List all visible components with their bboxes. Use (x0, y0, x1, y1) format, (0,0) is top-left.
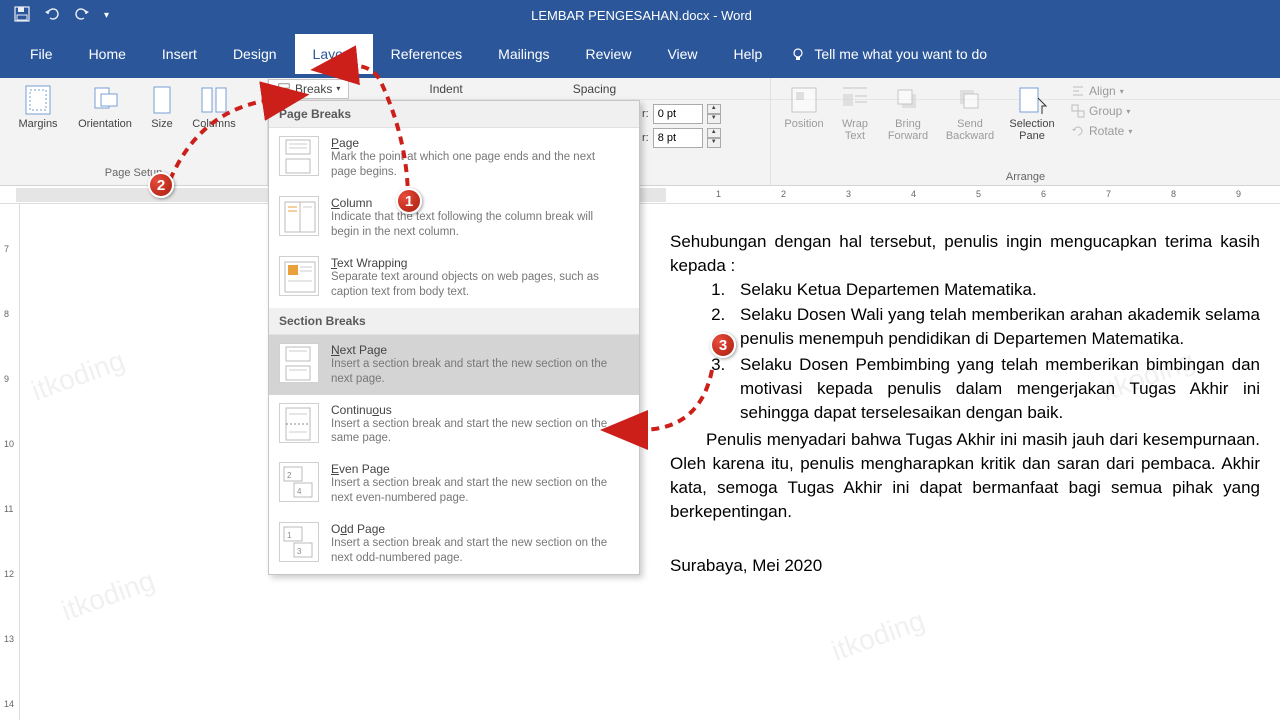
tab-file[interactable]: File (12, 34, 71, 74)
undo-icon[interactable] (44, 6, 60, 25)
indent-header: Indent (429, 82, 462, 96)
annotation-badge-2: 2 (148, 172, 174, 198)
orientation-icon (89, 84, 121, 116)
ribbon-tabs: File Home Insert Design Layout Reference… (0, 30, 1280, 78)
spacing-after: r: ▲▼ (642, 128, 721, 148)
break-odd-page[interactable]: 13 Odd PageInsert a section break and st… (269, 514, 639, 574)
break-continuous[interactable]: ContinuousInsert a section break and sta… (269, 395, 639, 455)
size-icon (146, 84, 178, 116)
spacing-after-input[interactable] (653, 128, 703, 148)
page[interactable]: Sehubungan dengan hal tersebut, penulis … (20, 204, 1280, 720)
group-page-setup: Margins Orientation Size Columns Page Se… (0, 78, 268, 185)
annotation-badge-1: 1 (396, 188, 422, 214)
break-even-page-icon: 24 (279, 462, 319, 502)
break-odd-page-icon: 13 (279, 522, 319, 562)
bring-forward-icon (892, 84, 924, 116)
break-next-page-icon (279, 343, 319, 383)
tab-mailings[interactable]: Mailings (480, 34, 567, 74)
tab-layout[interactable]: Layout (295, 34, 373, 74)
break-continuous-icon (279, 403, 319, 443)
breaks-section-section: Section Breaks (269, 308, 639, 335)
svg-text:1: 1 (287, 531, 292, 540)
spacing-before-label: r: (642, 108, 649, 120)
spacing-before: r: ▲▼ (642, 104, 721, 124)
svg-text:3: 3 (297, 547, 302, 556)
document-content[interactable]: Sehubungan dengan hal tersebut, penulis … (670, 230, 1260, 577)
align-button: Align▾ (1067, 82, 1136, 100)
position-icon (788, 84, 820, 116)
spin-up[interactable]: ▲ (707, 128, 721, 138)
align-icon (1071, 84, 1085, 98)
qat-customize-icon[interactable]: ▾ (104, 10, 109, 21)
spin-down[interactable]: ▼ (707, 114, 721, 124)
annotation-badge-3: 3 (710, 332, 736, 358)
document-area: Sehubungan dengan hal tersebut, penulis … (20, 204, 1280, 720)
break-page[interactable]: PageMark the point at which one page end… (269, 128, 639, 188)
tab-home[interactable]: Home (71, 34, 144, 74)
tab-review[interactable]: Review (568, 34, 650, 74)
spacing-header: Spacing (573, 82, 616, 96)
margins-button[interactable]: Margins (8, 82, 68, 132)
tab-help[interactable]: Help (716, 34, 781, 74)
position-button: Position (777, 82, 831, 132)
rotate-button: Rotate▾ (1067, 122, 1136, 140)
columns-button[interactable]: Columns (184, 82, 244, 132)
break-column-icon (279, 196, 319, 236)
breaks-dropdown: Page Breaks PageMark the point at which … (268, 100, 640, 575)
tab-view[interactable]: View (649, 34, 715, 74)
doc-item-2: Selaku Dosen Wali yang telah memberikan … (730, 303, 1260, 351)
wrap-text-icon (839, 84, 871, 116)
vertical-ruler[interactable]: 7 8 9 10 11 12 13 14 (0, 204, 20, 720)
doc-signature: Surabaya, Mei 2020 (670, 554, 1260, 578)
break-page-icon (279, 136, 319, 176)
ribbon: Margins Orientation Size Columns Page Se… (0, 78, 1280, 186)
spacing-controls: r: ▲▼ r: ▲▼ (642, 104, 721, 148)
breaks-button[interactable]: Breaks ▾ (268, 79, 349, 99)
doc-item-3: Selaku Dosen Pembimbing yang telah membe… (730, 353, 1260, 424)
break-text-wrapping[interactable]: Text WrappingSeparate text around object… (269, 248, 639, 308)
break-next-page[interactable]: Next PageInsert a section break and star… (269, 335, 639, 395)
tell-me[interactable]: Tell me what you want to do (790, 46, 987, 62)
spacing-before-input[interactable] (653, 104, 703, 124)
send-backward-button: Send Backward (939, 82, 1001, 144)
orientation-button[interactable]: Orientation (70, 82, 140, 132)
breaks-section-page: Page Breaks (269, 101, 639, 128)
lightbulb-icon (790, 46, 806, 62)
breaks-icon (277, 82, 291, 96)
send-backward-icon (954, 84, 986, 116)
horizontal-ruler[interactable]: 123 456 789 (0, 186, 1280, 204)
group-button: Group▾ (1067, 102, 1136, 120)
chevron-down-icon: ▾ (336, 84, 340, 93)
svg-text:4: 4 (297, 487, 302, 496)
tab-insert[interactable]: Insert (144, 34, 215, 74)
window-title: LEMBAR PENGESAHAN.docx - Word (123, 8, 1160, 23)
spacing-after-label: r: (642, 132, 649, 144)
tab-design[interactable]: Design (215, 34, 295, 74)
size-button[interactable]: Size (142, 82, 182, 132)
tab-references[interactable]: References (373, 34, 481, 74)
columns-icon (198, 84, 230, 116)
bring-forward-button: Bring Forward (879, 82, 937, 144)
rotate-icon (1071, 124, 1085, 138)
group-label-arrange: Arrange (771, 171, 1280, 185)
group-icon (1071, 104, 1085, 118)
break-even-page[interactable]: 24 Even PageInsert a section break and s… (269, 454, 639, 514)
redo-icon[interactable] (74, 6, 90, 25)
selection-pane-icon (1016, 84, 1048, 116)
spin-up[interactable]: ▲ (707, 104, 721, 114)
doc-intro: Sehubungan dengan hal tersebut, penulis … (670, 230, 1260, 278)
wrap-text-button: Wrap Text (833, 82, 877, 144)
doc-closing: Penulis menyadari bahwa Tugas Akhir ini … (670, 428, 1260, 523)
title-bar: ▾ LEMBAR PENGESAHAN.docx - Word (0, 0, 1280, 30)
break-wrap-icon (279, 256, 319, 296)
svg-text:2: 2 (287, 471, 292, 480)
save-icon[interactable] (14, 6, 30, 25)
spin-down[interactable]: ▼ (707, 138, 721, 148)
doc-item-1: Selaku Ketua Departemen Matematika. (730, 278, 1260, 302)
break-column[interactable]: ColumnIndicate that the text following t… (269, 188, 639, 248)
selection-pane-button[interactable]: Selection Pane (1003, 82, 1061, 144)
quick-access-toolbar: ▾ (0, 6, 123, 25)
margins-icon (22, 84, 54, 116)
group-label-page-setup: Page Setup (8, 167, 259, 181)
